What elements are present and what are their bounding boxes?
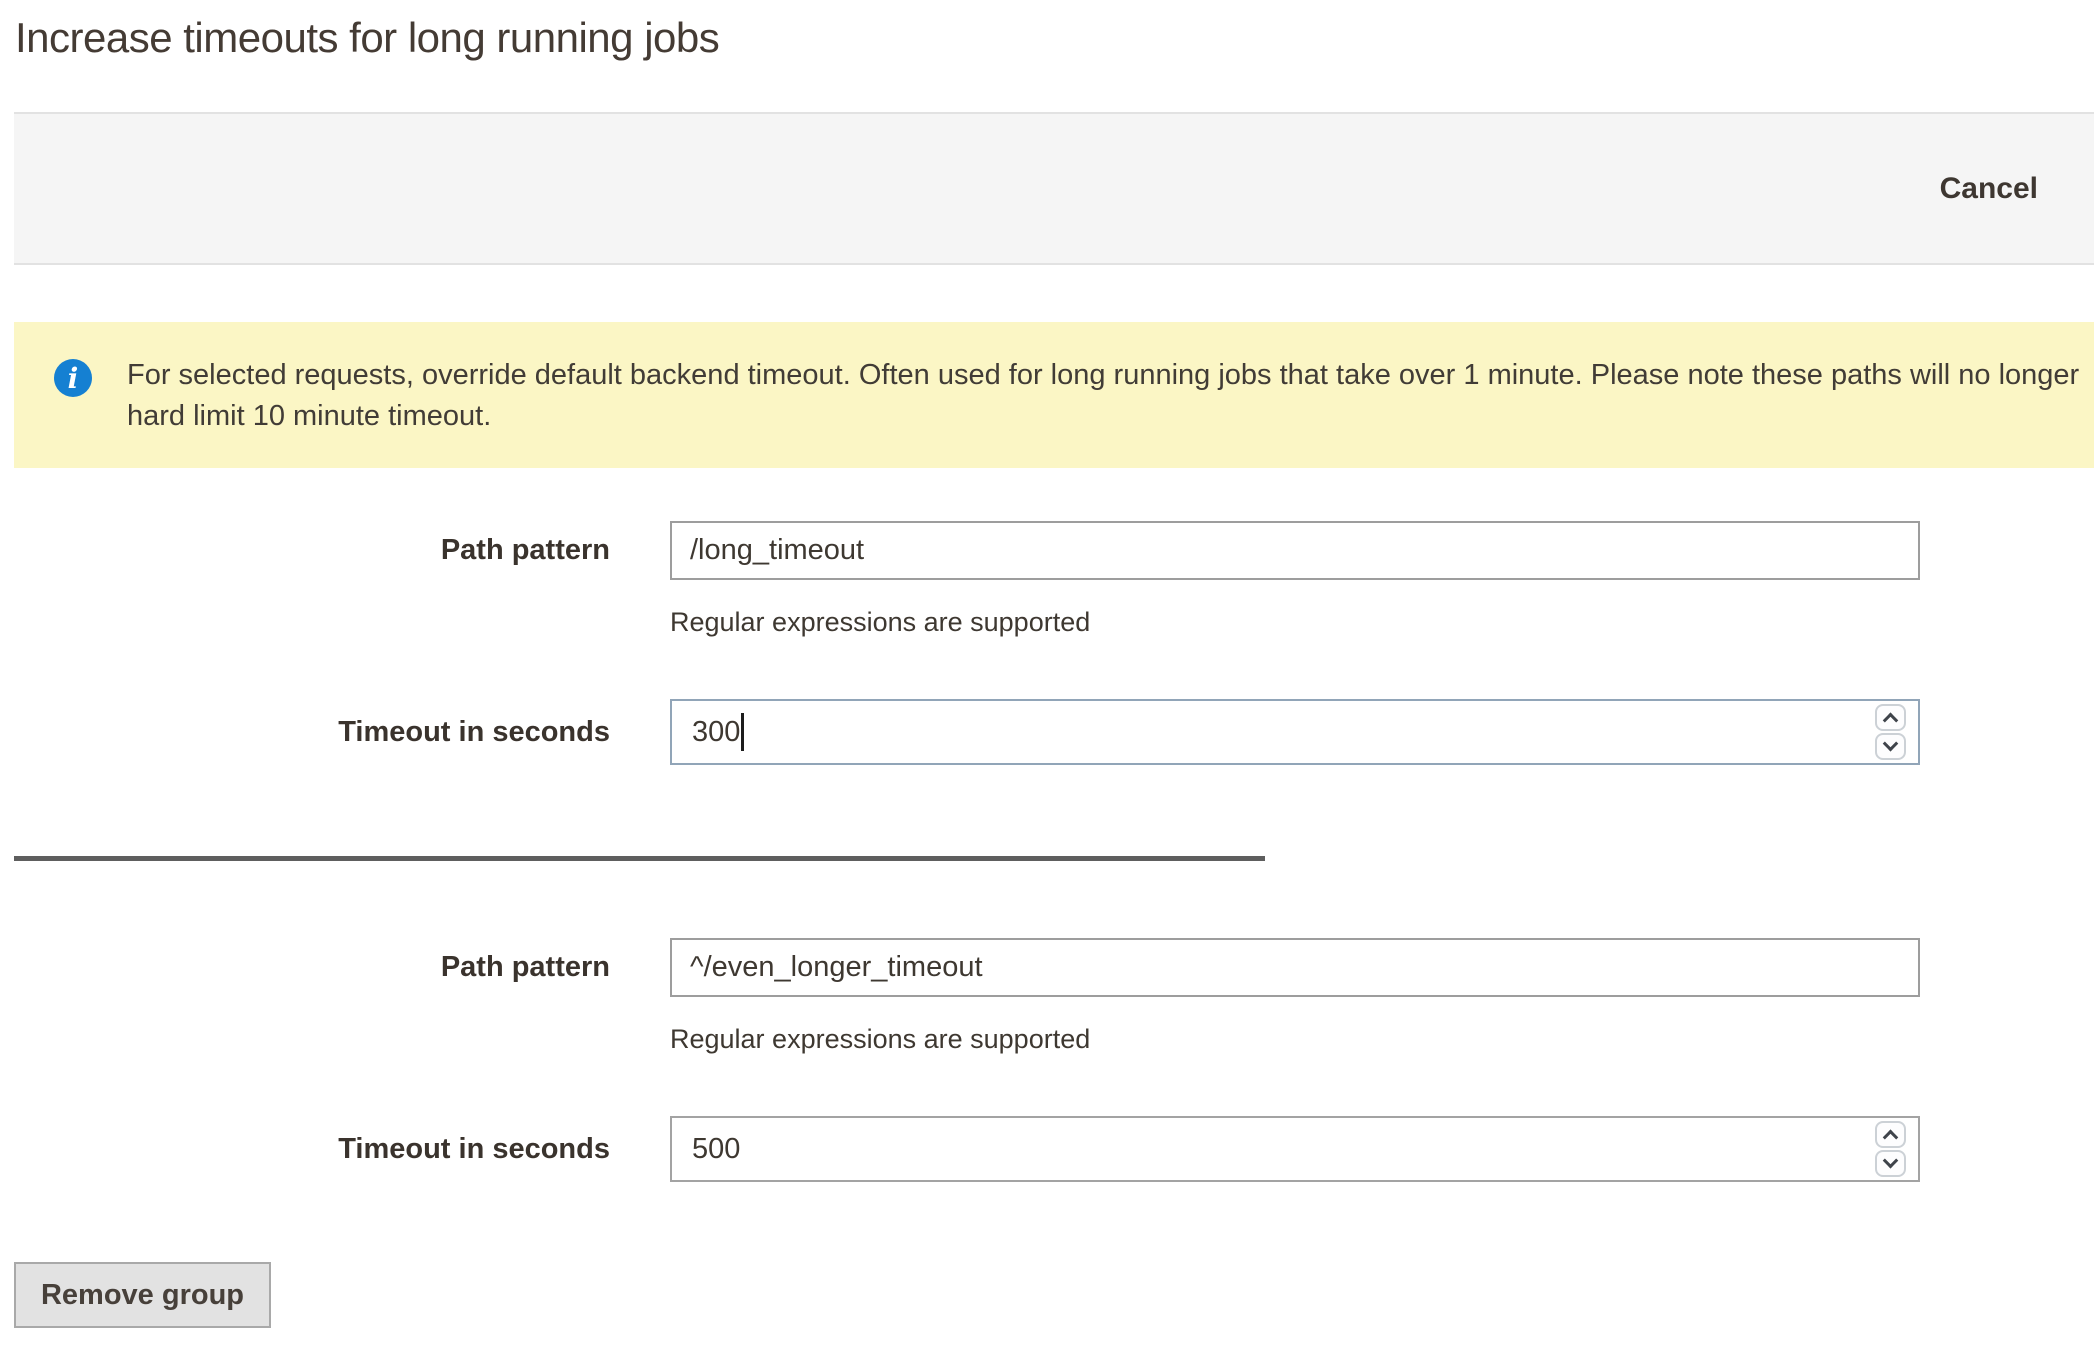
info-icon: i	[54, 359, 92, 397]
chevron-up-icon	[1883, 713, 1899, 729]
info-banner: i For selected requests, override defaul…	[14, 322, 2094, 468]
timeout-value-2: 500	[692, 1133, 740, 1166]
chevron-down-icon	[1883, 736, 1899, 752]
info-banner-text: For selected requests, override default …	[127, 355, 2079, 437]
spinner-down-button-2[interactable]	[1875, 1150, 1906, 1177]
path-pattern-input-2[interactable]	[670, 938, 1920, 997]
path-pattern-help-1: Regular expressions are supported	[670, 602, 1090, 642]
timeout-input-2[interactable]: 500	[670, 1116, 1920, 1182]
cancel-button[interactable]: Cancel	[1940, 172, 2038, 206]
chevron-down-icon	[1883, 1153, 1899, 1169]
timeout-label-2: Timeout in seconds	[0, 1116, 610, 1182]
remove-group-button[interactable]: Remove group	[14, 1262, 271, 1328]
timeout-spinner-1	[1875, 704, 1906, 760]
path-pattern-label-1: Path pattern	[0, 521, 610, 580]
timeout-spinner-2	[1875, 1121, 1906, 1177]
spinner-up-button-2[interactable]	[1875, 1121, 1906, 1148]
spinner-up-button-1[interactable]	[1875, 704, 1906, 731]
timeout-settings-page: Increase timeouts for long running jobs …	[0, 0, 2094, 1348]
path-pattern-help-2: Regular expressions are supported	[670, 1019, 1090, 1059]
path-pattern-label-2: Path pattern	[0, 938, 610, 997]
page-title: Increase timeouts for long running jobs	[15, 10, 719, 66]
timeout-value-1: 300	[692, 716, 740, 749]
spinner-down-button-1[interactable]	[1875, 733, 1906, 760]
info-banner-line1: For selected requests, override default …	[127, 355, 2079, 396]
info-banner-line2: hard limit 10 minute timeout.	[127, 396, 2079, 437]
toolbar: Cancel	[14, 112, 2094, 265]
chevron-up-icon	[1883, 1130, 1899, 1146]
path-pattern-input-1[interactable]	[670, 521, 1920, 580]
group-divider	[14, 856, 1265, 861]
text-caret	[741, 713, 744, 751]
timeout-input-1[interactable]: 300	[670, 699, 1920, 765]
timeout-label-1: Timeout in seconds	[0, 699, 610, 765]
